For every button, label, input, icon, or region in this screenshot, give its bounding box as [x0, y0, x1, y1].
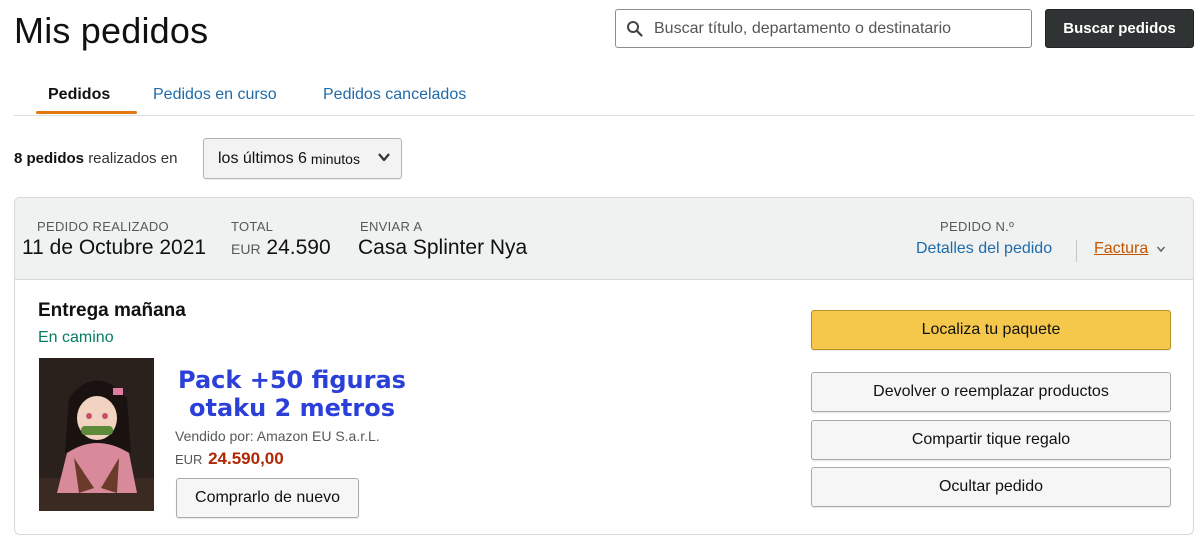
active-tab-indicator: [36, 111, 137, 114]
order-details-link[interactable]: Detalles del pedido: [916, 240, 1052, 258]
order-date: 11 de Octubre 2021: [22, 236, 207, 259]
product-image[interactable]: [39, 358, 154, 511]
share-gift-receipt-button[interactable]: Compartir tique regalo: [811, 420, 1171, 460]
time-range-unit: minutos: [310, 150, 360, 167]
order-date-label: PEDIDO REALIZADO: [37, 219, 169, 234]
delivery-heading: Entrega mañana: [38, 300, 186, 321]
track-package-button[interactable]: Localiza tu paquete: [811, 310, 1171, 350]
order-total-label: TOTAL: [231, 219, 274, 234]
chevron-down-icon: [377, 150, 391, 169]
order-total-currency: EUR: [231, 241, 261, 257]
tab-orders-in-progress[interactable]: Pedidos en curso: [153, 86, 277, 104]
page-title: Mis pedidos: [14, 10, 209, 51]
price-value: 24.590,00: [208, 449, 284, 468]
product-title[interactable]: Pack +50 figuras otaku 2 metros: [167, 366, 417, 422]
search-icon: [616, 20, 654, 38]
order-header: PEDIDO REALIZADO 11 de Octubre 2021 TOTA…: [15, 198, 1193, 280]
seller-info: Vendido por: Amazon EU S.a.r.L.: [175, 428, 380, 444]
order-card: PEDIDO REALIZADO 11 de Octubre 2021 TOTA…: [14, 197, 1194, 535]
buy-again-button[interactable]: Comprarlo de nuevo: [176, 478, 359, 518]
invoice-dropdown[interactable]: Factura: [1094, 240, 1166, 258]
header-divider: [1076, 240, 1077, 262]
product-title-line-1[interactable]: Pack +50 figuras: [167, 366, 417, 394]
price-currency: EUR: [175, 452, 203, 467]
product-title-line-2[interactable]: otaku 2 metros: [167, 394, 417, 422]
order-count-suffix: realizados en: [88, 150, 178, 167]
ship-to-label: ENVIAR A: [360, 219, 423, 234]
invoice-link[interactable]: Factura: [1094, 240, 1148, 258]
search-orders-button[interactable]: Buscar pedidos: [1045, 9, 1194, 48]
tab-orders[interactable]: Pedidos: [48, 86, 110, 104]
order-count: 8 pedidos: [14, 150, 85, 167]
time-range-value: los últimos 6: [218, 149, 307, 167]
product-price: EUR 24.590,00: [175, 449, 284, 469]
search-input[interactable]: [654, 19, 1014, 38]
order-number-label: PEDIDO N.º: [940, 219, 1015, 234]
hide-order-button[interactable]: Ocultar pedido: [811, 467, 1171, 507]
order-tabs: Pedidos Pedidos en curso Pedidos cancela…: [14, 76, 1194, 116]
tab-orders-cancelled[interactable]: Pedidos cancelados: [323, 86, 466, 104]
return-replace-button[interactable]: Devolver o reemplazar productos: [811, 372, 1171, 412]
order-total-value: 24.590: [266, 236, 331, 259]
chevron-down-icon: [1156, 244, 1166, 254]
order-total: EUR 24.590: [231, 236, 331, 260]
order-count-text: 8 pedidos realizados en: [14, 150, 177, 167]
shipment-status: En camino: [38, 329, 114, 346]
ship-to-name[interactable]: Casa Splinter Nya: [358, 236, 527, 260]
search-box[interactable]: [615, 9, 1032, 48]
time-range-select[interactable]: los últimos 6 minutos: [203, 138, 402, 179]
